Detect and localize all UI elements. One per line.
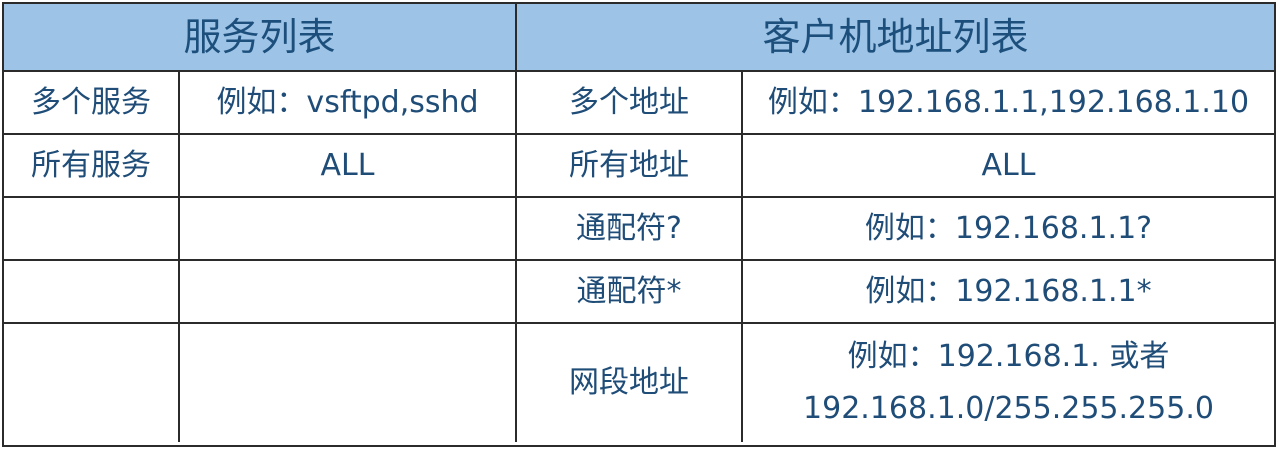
cell-address-example-multiple: 例如：192.168.1.1,192.168.1.10 <box>743 72 1274 135</box>
header-service-list: 服务列表 <box>4 4 517 72</box>
cell-service-type-empty-2 <box>4 261 180 324</box>
cell-address-example-all: ALL <box>743 135 1274 198</box>
cell-service-type-empty-1 <box>4 198 180 261</box>
cell-address-type-wildcard-question: 通配符? <box>517 198 743 261</box>
rules-table: 服务列表 客户机地址列表 多个服务 例如：vsftpd,sshd 多个地址 例如… <box>2 2 1276 447</box>
subnet-example-line-1: 例如：192.168.1. 或者 <box>847 339 1170 374</box>
cell-service-example-all: ALL <box>180 135 517 198</box>
subnet-example-line-2: 192.168.1.0/255.255.255.0 <box>803 391 1214 426</box>
cell-address-type-subnet: 网段地址 <box>517 324 743 442</box>
cell-service-example-empty-3 <box>180 324 517 442</box>
cell-address-type-all: 所有地址 <box>517 135 743 198</box>
cell-service-example-empty-2 <box>180 261 517 324</box>
cell-service-type-all: 所有服务 <box>4 135 180 198</box>
cell-address-type-multiple: 多个地址 <box>517 72 743 135</box>
cell-service-type-empty-3 <box>4 324 180 442</box>
cell-address-example-wildcard-question: 例如：192.168.1.1? <box>743 198 1274 261</box>
cell-service-example-empty-1 <box>180 198 517 261</box>
cell-address-example-wildcard-star: 例如：192.168.1.1* <box>743 261 1274 324</box>
header-client-address-list: 客户机地址列表 <box>517 4 1274 72</box>
cell-service-example-multiple: 例如：vsftpd,sshd <box>180 72 517 135</box>
cell-address-example-subnet: 例如：192.168.1. 或者 192.168.1.0/255.255.255… <box>743 324 1274 442</box>
cell-address-type-wildcard-star: 通配符* <box>517 261 743 324</box>
cell-service-type-multiple: 多个服务 <box>4 72 180 135</box>
